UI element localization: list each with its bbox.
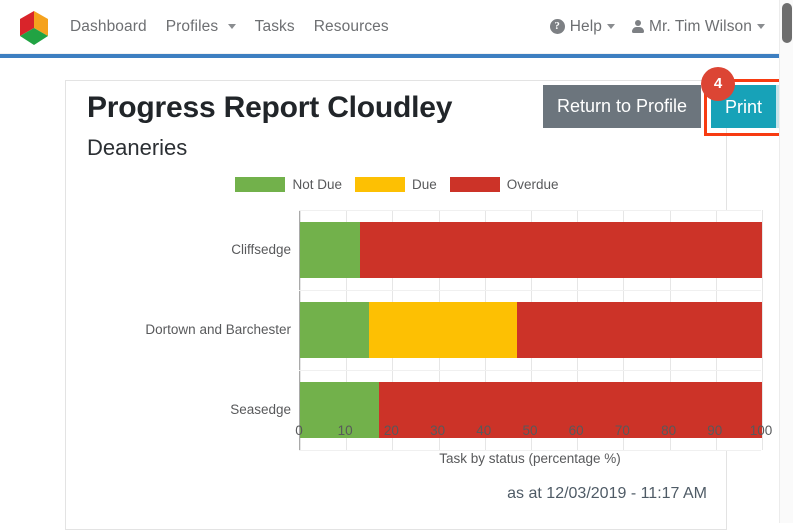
chevron-down-icon [227,23,236,29]
person-icon [631,19,645,34]
page-title: Progress Report Cloudley [87,91,453,124]
secondary-nav: ? Help Mr. Tim Wilson [549,17,765,36]
chart-plot-area [299,210,763,451]
scrollbar-thumb[interactable] [782,3,792,43]
page-scrollbar[interactable] [779,0,793,523]
nav-link-tasks-label: Tasks [254,17,295,35]
chart-row-separator [299,290,761,291]
chart-segment-due[interactable] [369,302,518,358]
chart-x-tick-label: 20 [383,423,399,438]
return-to-profile-button[interactable]: Return to Profile [543,85,702,128]
chart-x-tick-label: 80 [661,423,677,438]
legend-item-overdue[interactable]: Overdue [449,177,559,192]
chart-y-label: Dortown and Barchester [145,322,291,337]
legend-item-not-due[interactable]: Not Due [235,177,342,192]
legend-label: Due [411,177,437,192]
app-logo[interactable] [16,7,52,47]
chart-bar-cliffsedge[interactable] [300,222,762,278]
legend-label: Not Due [292,177,342,192]
chart-segment-not-due[interactable] [300,222,361,278]
nav-link-profiles-label: Profiles [165,17,219,35]
progress-chart: Not Due Due Overdue Task by status (percen… [66,177,772,517]
nav-link-profiles[interactable]: Profiles [166,18,236,36]
chart-x-tick-label: 30 [430,423,446,438]
as-at-timestamp: as at 12/03/2019 - 11:17 AM [507,485,707,502]
nav-link-help[interactable]: ? Help [549,17,615,36]
chart-x-tick-label: 50 [522,423,538,438]
chart-y-label: Seasedge [230,402,291,417]
chart-segment-not-due[interactable] [300,302,370,358]
chart-segment-overdue[interactable] [360,222,762,278]
nav-user-menu[interactable]: Mr. Tim Wilson [631,18,765,36]
chart-x-tick-label: 70 [614,423,630,438]
page-subtitle: Deaneries [87,135,188,160]
chart-row-separator [299,210,761,211]
chart-row-separator [299,370,761,371]
step-badge: 4 [701,67,735,101]
question-circle-icon: ? [549,19,565,34]
chart-gridline [762,210,763,450]
legend-label: Overdue [506,177,559,192]
chevron-down-icon [757,24,765,29]
nav-link-resources[interactable]: Resources [314,18,389,36]
chart-legend: Not Due Due Overdue [66,177,728,192]
nav-link-tasks[interactable]: Tasks [255,18,295,36]
chart-x-tick-label: 60 [568,423,584,438]
legend-swatch-icon [235,177,286,192]
cube-logo-icon [20,10,48,45]
chart-x-tick-label: 10 [337,423,353,438]
primary-nav: Dashboard Profiles Tasks Resources [70,18,389,36]
chart-y-label: Cliffsedge [231,242,291,257]
nav-link-dashboard[interactable]: Dashboard [70,18,147,36]
chart-x-tick-label: 0 [295,423,303,438]
nav-user-name: Mr. Tim Wilson [648,17,752,35]
chart-x-tick-label: 90 [707,423,723,438]
report-card: Progress Report Cloudley Deaneries Retur… [65,67,793,530]
top-navbar: Dashboard Profiles Tasks Resources ? Hel… [0,0,779,54]
nav-link-resources-label: Resources [313,17,389,35]
chart-x-tick-label: 40 [476,423,492,438]
chart-x-tick-label: 100 [749,423,773,438]
nav-link-help-label: Help [569,17,602,35]
chevron-down-icon [606,24,615,29]
nav-link-dashboard-label: Dashboard [70,17,147,35]
chart-x-axis-title: Task by status (percentage %) [439,451,621,466]
legend-item-due[interactable]: Due [354,177,437,192]
page-body: Progress Report Cloudley Deaneries Retur… [0,58,793,530]
chart-segment-overdue[interactable] [517,302,762,358]
legend-swatch-icon [354,177,405,192]
legend-swatch-icon [449,177,500,192]
chart-bar-dortown-and-barchester[interactable] [300,302,762,358]
